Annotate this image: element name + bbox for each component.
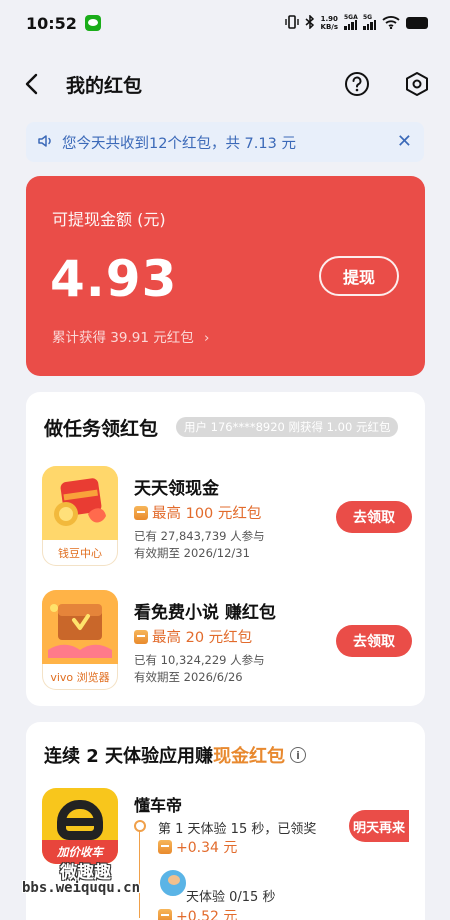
withdrawable-label: 可提现金额 (元) xyxy=(52,210,166,229)
consecutive-title: 连续 2 天体验应用赚 现金红包 i xyxy=(44,742,307,768)
status-bar: 10:52 1.90 KB/s 5GA 5G xyxy=(0,0,450,46)
help-icon[interactable] xyxy=(342,69,372,99)
header-actions xyxy=(342,69,432,99)
vibrate-icon xyxy=(284,15,299,31)
participants-text: 已有 27,843,739 人参与 xyxy=(134,529,265,543)
day2-reward: +0.52 元 xyxy=(176,909,238,920)
validity-text: 有效期至 2026/6/26 xyxy=(134,670,243,684)
app-header: 我的红包 xyxy=(0,58,450,110)
day1-reward-row: +0.34 元 xyxy=(158,837,237,857)
participants-text: 已有 10,324,229 人参与 xyxy=(134,653,265,667)
task-section: 做任务领红包 用户 176****8920 刚获得 1.00 元红包 钱豆中心 … xyxy=(26,392,425,706)
task-item-free-novel[interactable]: vivo 浏览器 看免费小说 赚红包 最高 20 元红包 已有 10,324,2… xyxy=(42,590,412,690)
day2-reward-row: +0.52 元 xyxy=(158,906,237,920)
dongchedi-banner: 加价收车 xyxy=(42,840,118,864)
coin-center-app-icon: 钱豆中心 xyxy=(42,466,118,566)
settings-gear-icon[interactable] xyxy=(402,69,432,99)
day1-text: 第 1 天体验 15 秒，已领奖 xyxy=(158,822,317,837)
dongchedi-app-icon: 加价收车 xyxy=(42,788,118,864)
signal-5g-icon: 5G xyxy=(363,14,376,30)
task-item-daily-cash[interactable]: 钱豆中心 天天领现金 最高 100 元红包 已有 27,843,739 人参与 … xyxy=(42,466,412,566)
battery-icon xyxy=(406,17,428,29)
withdraw-button[interactable]: 提现 xyxy=(319,256,399,296)
info-icon[interactable]: i xyxy=(290,747,307,763)
net-speed-unit: KB/s xyxy=(320,23,338,31)
red-packet-icon xyxy=(134,629,148,644)
consecutive-title-highlight: 现金红包 xyxy=(213,746,286,767)
reward-row: 最高 100 元红包 xyxy=(134,502,261,523)
validity-text: 有效期至 2026/12/31 xyxy=(134,546,250,560)
day1-reward: +0.34 元 xyxy=(176,840,238,856)
signal-5g-label: 5G xyxy=(363,14,373,21)
claim-button[interactable]: 去领取 xyxy=(336,501,412,533)
day1-check-icon xyxy=(134,820,146,832)
accumulated-earnings-link[interactable]: 累计获得 39.91 元红包 › xyxy=(52,326,209,346)
speaker-icon xyxy=(38,133,54,152)
task-name: 看免费小说 赚红包 xyxy=(134,603,276,623)
wifi-icon xyxy=(382,15,400,31)
claim-button[interactable]: 去领取 xyxy=(336,625,412,657)
come-back-tomorrow-button[interactable]: 明天再来 xyxy=(349,810,409,842)
page-title: 我的红包 xyxy=(66,74,143,97)
progress-timeline xyxy=(134,820,146,918)
signal-5ga-label: 5GA xyxy=(344,14,358,21)
net-speed-value: 1.90 xyxy=(320,15,338,23)
coin-center-label: 钱豆中心 xyxy=(42,540,118,566)
red-packet-icon xyxy=(158,840,172,854)
task-name: 天天领现金 xyxy=(134,479,219,499)
daily-summary-notice: 您今天共收到12个红包，共 7.13 元 ✕ xyxy=(26,122,424,162)
close-icon[interactable]: ✕ xyxy=(397,133,412,151)
balance-card: 可提现金额 (元) 4.93 提现 累计获得 39.91 元红包 › xyxy=(26,176,425,376)
red-packet-icon xyxy=(158,909,172,920)
status-time: 10:52 xyxy=(26,13,77,33)
reward-ticker: 用户 176****8920 刚获得 1.00 元红包 xyxy=(176,417,399,437)
task-section-title: 做任务领红包 xyxy=(44,418,159,440)
notice-text: 您今天共收到12个红包，共 7.13 元 xyxy=(62,135,296,152)
bluetooth-icon xyxy=(305,14,315,31)
chevron-right-icon: › xyxy=(204,330,210,346)
reward-row: 最高 20 元红包 xyxy=(134,626,252,647)
vivo-browser-app-icon: vivo 浏览器 xyxy=(42,590,118,690)
status-icons: 1.90 KB/s 5GA 5G xyxy=(284,14,428,31)
signal-5ga-icon: 5GA xyxy=(344,14,358,30)
reward-text: 最高 100 元红包 xyxy=(152,506,262,522)
day2-text: 天体验 0/15 秒 xyxy=(186,890,276,905)
app-name: 懂车帝 xyxy=(134,796,183,815)
back-arrow-icon[interactable] xyxy=(24,69,54,99)
wechat-notification-icon xyxy=(84,15,101,31)
accumulated-earnings-text: 累计获得 39.91 元红包 xyxy=(52,330,194,346)
vivo-browser-label: vivo 浏览器 xyxy=(42,664,118,690)
consecutive-title-prefix: 连续 2 天体验应用赚 xyxy=(44,746,214,767)
reward-text: 最高 20 元红包 xyxy=(152,630,253,646)
red-packet-icon xyxy=(134,505,148,520)
withdrawable-amount: 4.93 xyxy=(50,250,178,308)
consecutive-experience-section: 连续 2 天体验应用赚 现金红包 i 加价收车 懂车帝 第 1 天体验 15 秒… xyxy=(26,722,425,920)
network-speed: 1.90 KB/s xyxy=(321,15,338,31)
